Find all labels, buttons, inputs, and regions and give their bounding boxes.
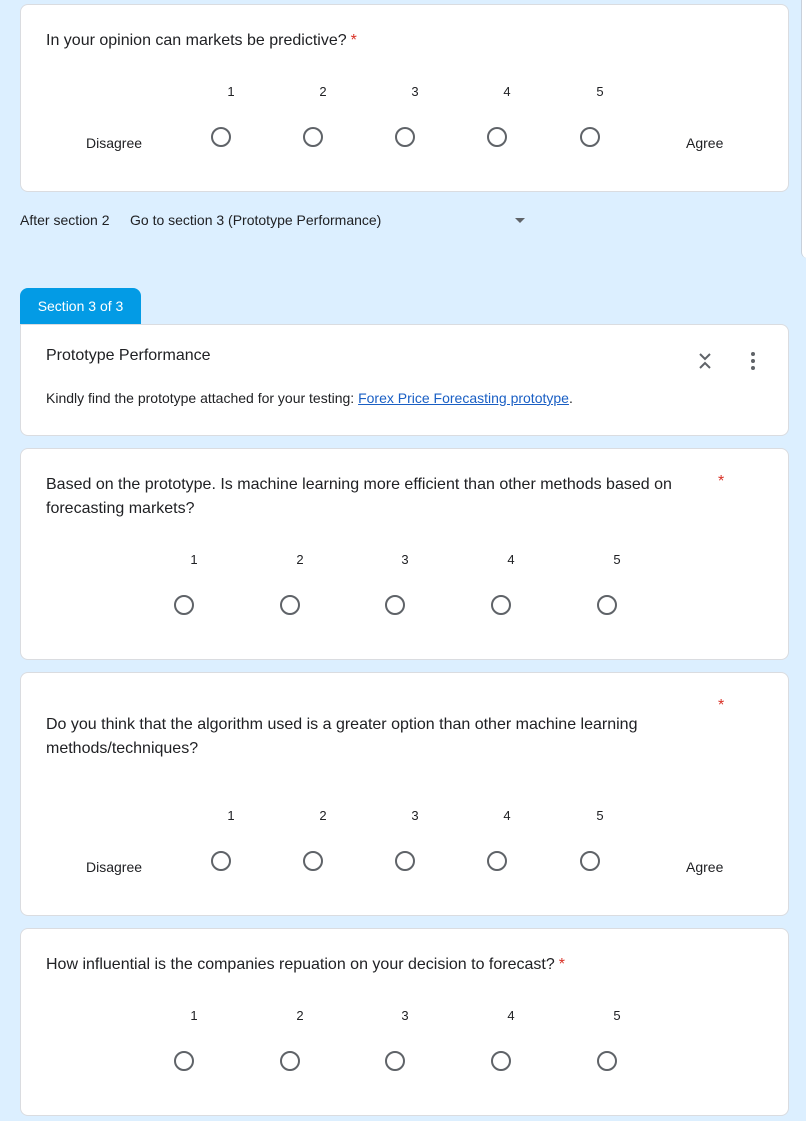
radio-option-3[interactable] xyxy=(395,851,415,871)
section-description: Kindly find the prototype attached for y… xyxy=(46,390,573,406)
scale-low-label: Disagree xyxy=(86,859,143,875)
scale-number-4: 4 xyxy=(503,84,511,99)
scale-number-2: 2 xyxy=(319,808,327,823)
radio-option-4[interactable] xyxy=(487,851,507,871)
radio-option-5[interactable] xyxy=(580,851,600,871)
required-asterisk: * xyxy=(350,32,357,49)
radio-option-1[interactable] xyxy=(211,851,231,871)
more-vert-icon[interactable] xyxy=(745,349,761,373)
radio-option-5[interactable] xyxy=(580,127,600,147)
required-asterisk: * xyxy=(718,473,725,490)
radio-option-5[interactable] xyxy=(597,595,617,615)
section-header-card: Prototype Performance Kindly find the pr… xyxy=(20,324,789,436)
radio-option-1[interactable] xyxy=(211,127,231,147)
section-navigation-dropdown[interactable]: Go to section 3 (Prototype Performance) xyxy=(130,212,530,232)
radio-option-2[interactable] xyxy=(303,851,323,871)
scale-number-1: 1 xyxy=(190,1008,198,1023)
radio-option-4[interactable] xyxy=(491,595,511,615)
scale-low-label: Disagree xyxy=(86,135,143,151)
radio-option-3[interactable] xyxy=(385,1051,405,1071)
scale-number-5: 5 xyxy=(596,808,604,823)
question-text: Do you think that the algorithm used is … xyxy=(46,716,638,757)
radio-option-2[interactable] xyxy=(303,127,323,147)
question-card-1: In your opinion can markets be predictiv… xyxy=(20,4,789,192)
question-card-3: * Do you think that the algorithm used i… xyxy=(20,672,789,916)
radio-option-4[interactable] xyxy=(487,127,507,147)
scale-high-label: Agree xyxy=(686,135,724,151)
scale-number-4: 4 xyxy=(507,552,515,567)
radio-option-2[interactable] xyxy=(280,595,300,615)
scale-number-2: 2 xyxy=(296,1008,304,1023)
scale-number-5: 5 xyxy=(613,1008,621,1023)
scale-number-3: 3 xyxy=(411,808,419,823)
scale-number-2: 2 xyxy=(296,552,304,567)
scale-number-5: 5 xyxy=(613,552,621,567)
question-text: How influential is the companies repuati… xyxy=(46,956,565,973)
scale-number-1: 1 xyxy=(227,808,235,823)
radio-option-1[interactable] xyxy=(174,595,194,615)
scale-number-5: 5 xyxy=(596,84,604,99)
question-text: In your opinion can markets be predictiv… xyxy=(46,32,357,49)
section-title: Prototype Performance xyxy=(46,347,211,364)
radio-option-3[interactable] xyxy=(395,127,415,147)
scale-number-3: 3 xyxy=(401,552,409,567)
scale-number-3: 3 xyxy=(411,84,419,99)
section-indicator-tab: Section 3 of 3 xyxy=(20,288,141,324)
radio-option-1[interactable] xyxy=(174,1051,194,1071)
scale-number-4: 4 xyxy=(503,808,511,823)
scale-number-4: 4 xyxy=(507,1008,515,1023)
required-asterisk: * xyxy=(718,697,725,714)
caret-down-icon xyxy=(515,218,525,223)
radio-option-3[interactable] xyxy=(385,595,405,615)
radio-option-2[interactable] xyxy=(280,1051,300,1071)
question-card-4: How influential is the companies repuati… xyxy=(20,928,789,1116)
scale-number-1: 1 xyxy=(227,84,235,99)
prototype-link[interactable]: Forex Price Forecasting prototype xyxy=(358,390,569,406)
question-text: Based on the prototype. Is machine learn… xyxy=(46,476,672,517)
question-card-2: Based on the prototype. Is machine learn… xyxy=(20,448,789,660)
after-section-label: After section 2 xyxy=(20,212,110,228)
side-toolbar-edge xyxy=(801,0,806,258)
scale-number-1: 1 xyxy=(190,552,198,567)
unfold-less-icon[interactable] xyxy=(697,349,713,373)
radio-option-4[interactable] xyxy=(491,1051,511,1071)
scale-number-3: 3 xyxy=(401,1008,409,1023)
dropdown-selected-value: Go to section 3 (Prototype Performance) xyxy=(130,212,382,228)
required-asterisk: * xyxy=(558,956,565,973)
scale-high-label: Agree xyxy=(686,859,724,875)
radio-option-5[interactable] xyxy=(597,1051,617,1071)
scale-number-2: 2 xyxy=(319,84,327,99)
